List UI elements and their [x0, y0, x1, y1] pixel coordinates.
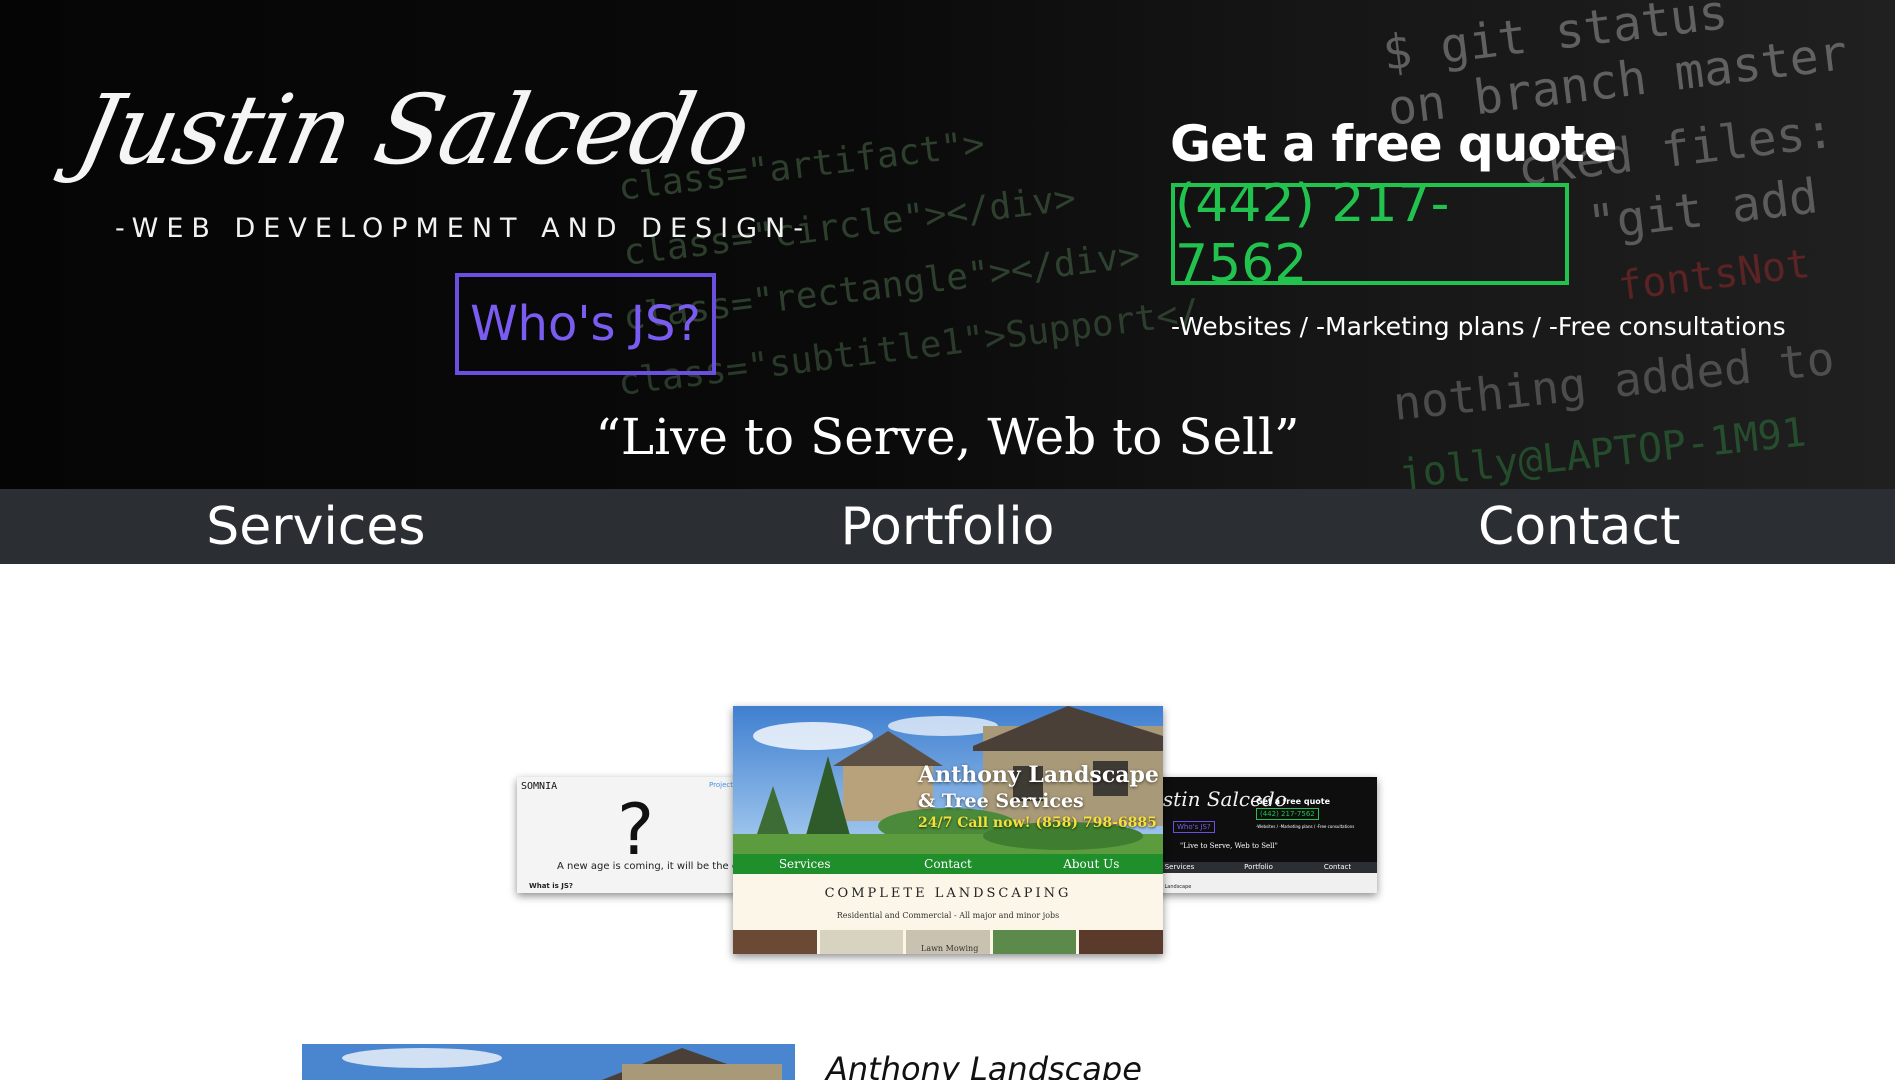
site-motto: “Live to Serve, Web to Sell” [595, 408, 1300, 466]
landscape-nav-item: Services [778, 857, 831, 871]
carousel-slide-anthony-landscape[interactable]: Anthony Landscape & Tree Services 24/7 C… [733, 706, 1163, 954]
somnia-brand: SOMNIA [521, 781, 558, 792]
portfolio-item-title: Anthony Landscape [826, 1050, 1142, 1080]
quote-heading: Get a free quote [1170, 115, 1618, 173]
mini-quote: Get a free quote [1256, 797, 1331, 806]
strip-photo [819, 930, 904, 954]
phone-link[interactable]: (442) 217-7562 [1171, 174, 1569, 294]
mini-services: -Websites / -Marketing plans / -Free con… [1256, 824, 1355, 829]
code-line: fontsNot [1616, 241, 1813, 310]
landscape-title: Anthony Landscape [918, 762, 1159, 788]
landscape-nav-item: Contact [924, 857, 972, 871]
mini-whos-js: Who's JS? [1173, 821, 1215, 833]
strip-label: Lawn Mowing [921, 944, 979, 953]
strip-photo [733, 930, 817, 954]
nav-item-contact[interactable]: Contact [1263, 489, 1895, 564]
mini-hero: Justin Salcedo Get a free quote (442) 21… [1140, 777, 1377, 862]
landscape-heading: COMPLETE LANDSCAPING [824, 886, 1072, 901]
nav-item-portfolio[interactable]: Portfolio [632, 489, 1264, 564]
logo-signature: Justin Salcedo [68, 74, 759, 186]
mini-motto: "Live to Serve, Web to Sell" [1180, 842, 1278, 850]
portfolio-item-image[interactable] [302, 1044, 795, 1080]
main-nav: Services Portfolio Contact [0, 489, 1895, 564]
somnia-text: A new age is coming, it will be the caus… [557, 861, 737, 872]
landscape-nav: Services Contact About Us [733, 854, 1163, 874]
strip-photo [1079, 930, 1163, 954]
services-summary: -Websites / -Marketing plans / -Free con… [1171, 312, 1786, 341]
landscape-hero-image: Anthony Landscape & Tree Services 24/7 C… [733, 706, 1163, 854]
landscape-description: Residential and Commercial - All major a… [836, 911, 1060, 920]
somnia-link: Project [709, 781, 733, 789]
mini-nav-item: Portfolio [1244, 863, 1273, 871]
question-mark-icon: ? [617, 789, 655, 871]
somnia-subheading: What is JS? [529, 882, 573, 890]
nav-item-services[interactable]: Services [0, 489, 632, 564]
whos-js-button[interactable]: Who's JS? [455, 273, 716, 375]
portfolio-carousel: SOMNIA Project ? A new age is coming, it… [0, 564, 1895, 994]
landscape-nav-item: About Us [1063, 857, 1120, 871]
strip-photo [992, 930, 1077, 954]
site-logo[interactable]: Justin Salcedo [60, 45, 780, 215]
landscape-subtitle: & Tree Services [918, 790, 1084, 812]
landscape-call: 24/7 Call now! (858) 798-6885 [918, 815, 1157, 831]
carousel-slide-somnia[interactable]: SOMNIA Project ? A new age is coming, it… [517, 777, 737, 893]
hero-banner: $ git status on branch master cked files… [0, 0, 1895, 489]
carousel-slide-portfolio-site[interactable]: Justin Salcedo Get a free quote (442) 21… [1140, 777, 1377, 893]
mini-phone: (442) 217-7562 [1256, 808, 1319, 820]
mini-nav: Services Portfolio Contact [1140, 862, 1377, 873]
house-photo [302, 1044, 795, 1080]
site-tagline: -WEB DEVELOPMENT AND DESIGN- [115, 213, 811, 244]
mini-nav-item: Contact [1323, 863, 1352, 871]
